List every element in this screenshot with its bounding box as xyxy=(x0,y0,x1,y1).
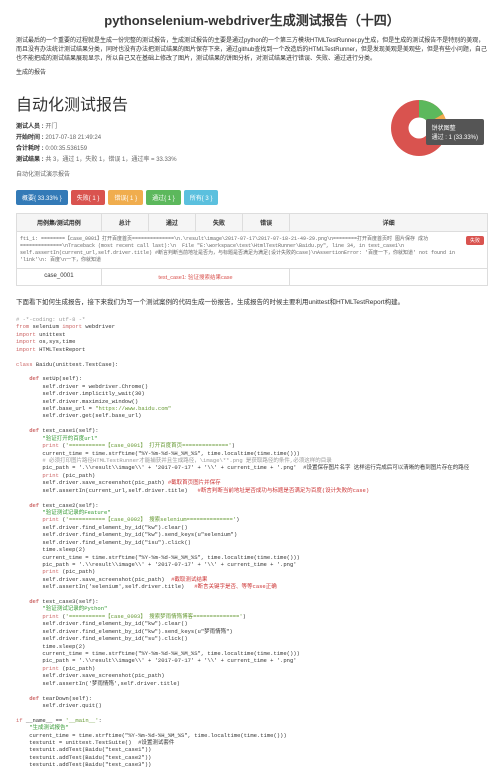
table-row-detail: 失败 ft1_1: ========【case_0001】打开百度首页=====… xyxy=(17,232,488,269)
intro-para-2: 生成的报告 xyxy=(16,69,488,78)
page-title: pythonselenium-webdriver生成测试报告（十四） xyxy=(0,0,504,37)
filter-error[interactable]: 错误{ 1 } xyxy=(108,190,143,205)
filter-row: 概要{ 33.33% } 失败{ 1 } 错误{ 1 } 通过{ 1 } 所有{… xyxy=(0,186,504,209)
fail-badge: 失败 xyxy=(466,236,484,245)
th-pass: 通过 xyxy=(148,214,195,232)
th-detail: 详细 xyxy=(290,214,488,232)
th-error: 错误 xyxy=(243,214,290,232)
intro-para-1: 测试最后的一个重要的过程就是生成一份完整的测试报告，生成测试报告的主要是通过py… xyxy=(16,37,488,64)
filter-pass[interactable]: 通过{ 1 } xyxy=(146,190,181,205)
th-total: 总计 xyxy=(101,214,148,232)
filter-fail[interactable]: 失败{ 1 } xyxy=(71,190,106,205)
trace-text: ft1_1: ========【case_0001】打开百度首页========… xyxy=(20,236,484,264)
pie-tooltip: 饼状图整 通过 : 1 (33.33%) xyxy=(426,119,484,145)
result-table: 用例集/测试用例 总计 通过 失败 错误 详细 失败 ft1_1: ======… xyxy=(16,213,488,286)
th-case: 用例集/测试用例 xyxy=(17,214,102,232)
intro-block: 测试最后的一个重要的过程就是生成一份完整的测试报告，生成测试报告的主要是通过py… xyxy=(0,37,504,78)
code-block: # -*-coding: utf-8 -* from selenium impo… xyxy=(0,312,504,773)
filter-summary[interactable]: 概要{ 33.33% } xyxy=(16,190,68,205)
table-row: case_0001 test_case1: 验证搜索结果case xyxy=(17,269,488,286)
report-header: 自动化测试报告 测试人员 : 开门 开始时间 : 2017-07-18 21:4… xyxy=(0,83,504,186)
report-desc: 自动化测试演示报告 xyxy=(16,169,488,178)
filter-all[interactable]: 所有{ 3 } xyxy=(184,190,219,205)
section-text: 下面看下如何生成报告，接下来我们为写一个测试案例的代码生成一份报告，生成报告的时… xyxy=(0,290,504,312)
case-link[interactable]: test_case1: 验证搜索结果case xyxy=(158,275,232,281)
cell-caseid: case_0001 xyxy=(17,269,102,286)
th-fail: 失败 xyxy=(195,214,242,232)
